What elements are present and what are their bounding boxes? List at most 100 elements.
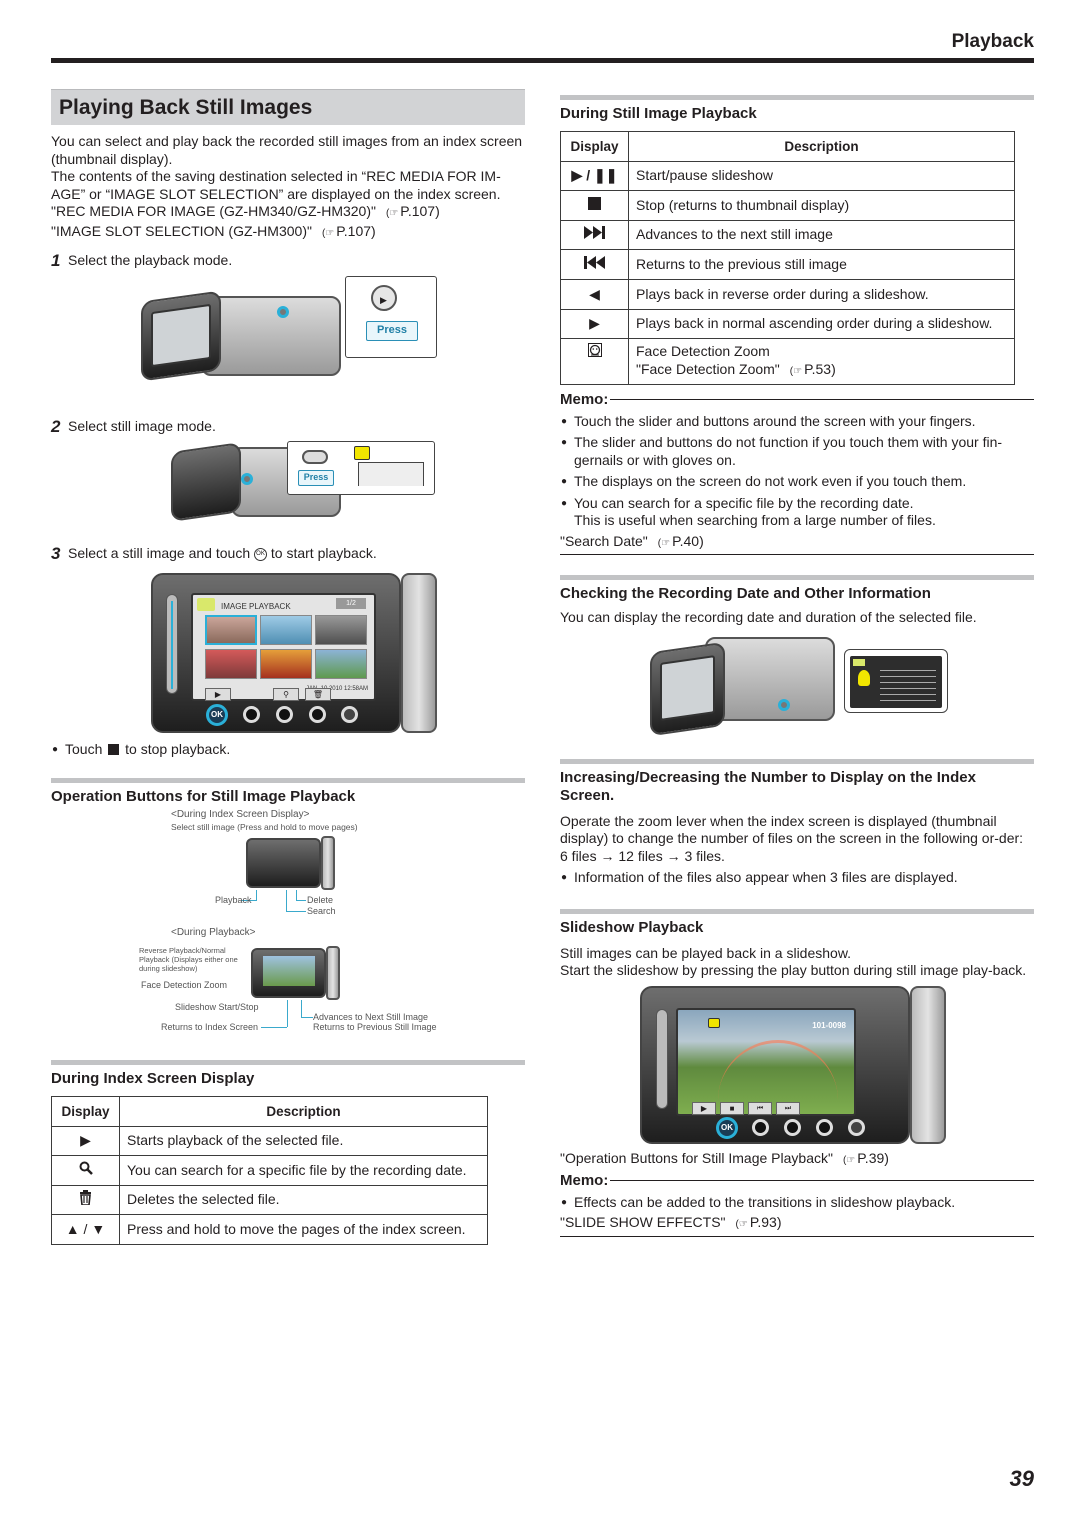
lcd-hinge [321, 836, 335, 890]
thumbnail-5[interactable] [260, 648, 312, 679]
bullet-icon: ● [561, 437, 568, 449]
info-button [778, 698, 790, 711]
recording-info-body: You can display the recording date and d… [560, 609, 977, 626]
label-reverse-normal: Reverse Playback/Normal Playback (Displa… [139, 946, 238, 973]
label-next-image: Advances to Next Still Image [313, 1012, 429, 1022]
touch-button[interactable] [752, 1118, 769, 1136]
file-number: 101-0098 [812, 1020, 846, 1030]
memo-label: Memo: [560, 1172, 609, 1190]
table-row: ▲ / ▼ Press and hold to move the pages o… [51, 1214, 488, 1245]
right-column: During Still Image Playback Display Desc… [560, 95, 1034, 1237]
stop-note: ● Touch to stop playback. [51, 741, 525, 759]
row-description: Face Detection Zoom "Face Detection Zoom… [628, 338, 1015, 386]
delete-button[interactable]: 🗑 [305, 687, 331, 701]
section-title-recording-info: Checking the Recording Date and Other In… [560, 585, 931, 603]
play-button[interactable]: ▶ [205, 687, 231, 701]
bullet-icon: ● [561, 476, 568, 488]
display-button[interactable] [848, 1118, 865, 1136]
camera-mode-icon [708, 1017, 720, 1028]
lcd-panel [171, 442, 241, 522]
ref-face-detection[interactable]: "Face Detection Zoom" (☞ P.53) [636, 361, 1014, 381]
lcd-hinge [326, 946, 340, 1000]
left-column: Playing Back Still Images You can select… [51, 89, 525, 1245]
row-description: Plays back in reverse order during a sli… [628, 278, 1015, 310]
memo-bullet: ● Effects can be added to the transition… [560, 1194, 1034, 1212]
mode-display [358, 462, 424, 486]
page-section-title: Playback [951, 31, 1034, 52]
page-up-down-icon: ▲ / ▼ [51, 1214, 120, 1245]
row-description: Advances to the next still image [628, 219, 1015, 251]
bullet-icon: ● [561, 415, 568, 427]
touch-button[interactable] [276, 705, 293, 723]
ref-text: "Operation Buttons for Still Image Playb… [560, 1149, 833, 1166]
row-description: Stop (returns to thumbnail display) [628, 190, 1015, 221]
camera-mode-icon [197, 597, 215, 611]
touch-slider [656, 1008, 668, 1109]
row-description-text: Face Detection Zoom [636, 343, 770, 360]
intro-paragraph-2: The contents of the saving destination s… [51, 168, 501, 202]
row-description: Plays back in normal ascending order dur… [628, 308, 1015, 340]
callout-box: Press [287, 441, 435, 495]
pointing-hand-icon: (☞ [657, 537, 671, 549]
touch-button[interactable] [816, 1118, 833, 1136]
memo-text: Effects can be added to the transitions … [574, 1193, 956, 1210]
reverse-play-icon: ◀ [560, 278, 629, 310]
press-label: Press [366, 320, 418, 341]
bullet-icon: ● [52, 743, 59, 755]
illustration-recording-info [560, 633, 1034, 741]
label-select-image: Select still image (Press and hold to mo… [171, 822, 358, 832]
touch-button[interactable] [309, 705, 326, 723]
callout-box [844, 648, 948, 713]
memo-bullet: ● The slider and buttons do not function… [560, 434, 1034, 469]
ok-button[interactable]: OK [206, 703, 228, 726]
display-button[interactable] [341, 705, 358, 723]
touch-button[interactable] [243, 705, 260, 723]
ref-page: P.107 [336, 222, 372, 239]
leader-line [261, 1027, 287, 1028]
step-1: 1 Select the playback mode. [51, 252, 525, 270]
thumbnail-6[interactable] [315, 648, 367, 679]
memo-text: You can search for a specific file by th… [574, 494, 936, 529]
caption-during-playback: <During Playback> [171, 927, 256, 938]
leader-line [301, 1000, 302, 1017]
next-button[interactable]: ⏭ [776, 1101, 800, 1115]
thumbnail-4[interactable] [205, 648, 257, 679]
lcd-hinge [401, 572, 437, 733]
ok-button[interactable]: OK [716, 1116, 738, 1139]
ref-slide-show-effects[interactable]: "SLIDE SHOW EFFECTS" (☞ P.93) [560, 1214, 1034, 1237]
step-number: 3 [51, 544, 61, 563]
bullet-text: Information of the files also appear whe… [574, 869, 958, 886]
pointing-hand-icon: (☞ [842, 1154, 856, 1166]
memo-text: The displays on the screen do not work e… [574, 473, 967, 490]
leader-line [296, 890, 297, 900]
table-row: Face Detection Zoom "Face Detection Zoom… [560, 338, 1015, 386]
ref-image-slot[interactable]: "IMAGE SLOT SELECTION (GZ-HM300)" (☞ P.107… [51, 223, 525, 243]
camera-mode-icon [354, 446, 370, 460]
face-detection-icon [560, 338, 629, 386]
memo-text: Touch the slider and buttons around the … [574, 412, 976, 429]
label-delete: Delete [307, 895, 334, 905]
play-button[interactable]: ▶ [692, 1101, 716, 1115]
pointing-hand-icon: (☞ [321, 227, 335, 239]
step-3: 3 Select a still image and touch OK to s… [51, 545, 525, 563]
row-description: Press and hold to move the pages of the … [119, 1214, 488, 1245]
search-button[interactable]: ⚲ [273, 687, 299, 701]
rainbow [718, 1039, 838, 1100]
memo-bullet: ● The displays on the screen do not work… [560, 473, 1034, 491]
section-title-slideshow: Slideshow Playback [560, 918, 704, 936]
touch-button[interactable] [784, 1118, 801, 1136]
thumbnail-1[interactable] [205, 614, 257, 645]
label-face-zoom: Face Detection Zoom [141, 980, 228, 990]
label-slideshow: Slideshow Start/Stop [175, 1002, 259, 1012]
ref-search-date[interactable]: "Search Date" (☞ P.40) [560, 533, 1034, 556]
previous-button[interactable]: ⏮ [748, 1101, 772, 1115]
ref-operation-buttons[interactable]: "Operation Buttons for Still Image Playb… [560, 1150, 1034, 1170]
ok-icon: OK [254, 547, 267, 561]
lcd-panel-mini [246, 838, 321, 888]
memo-bullet: ● You can search for a specific file by … [560, 495, 1034, 530]
slideshow-body-2: Start the slideshow by pressing the play… [560, 962, 1027, 979]
ref-rec-media[interactable]: "REC MEDIA FOR IMAGE (GZ-HM340/GZ-HM320)… [51, 203, 525, 223]
thumbnail-2[interactable] [260, 614, 312, 645]
thumbnail-3[interactable] [315, 614, 367, 645]
stop-button[interactable]: ■ [720, 1101, 744, 1115]
